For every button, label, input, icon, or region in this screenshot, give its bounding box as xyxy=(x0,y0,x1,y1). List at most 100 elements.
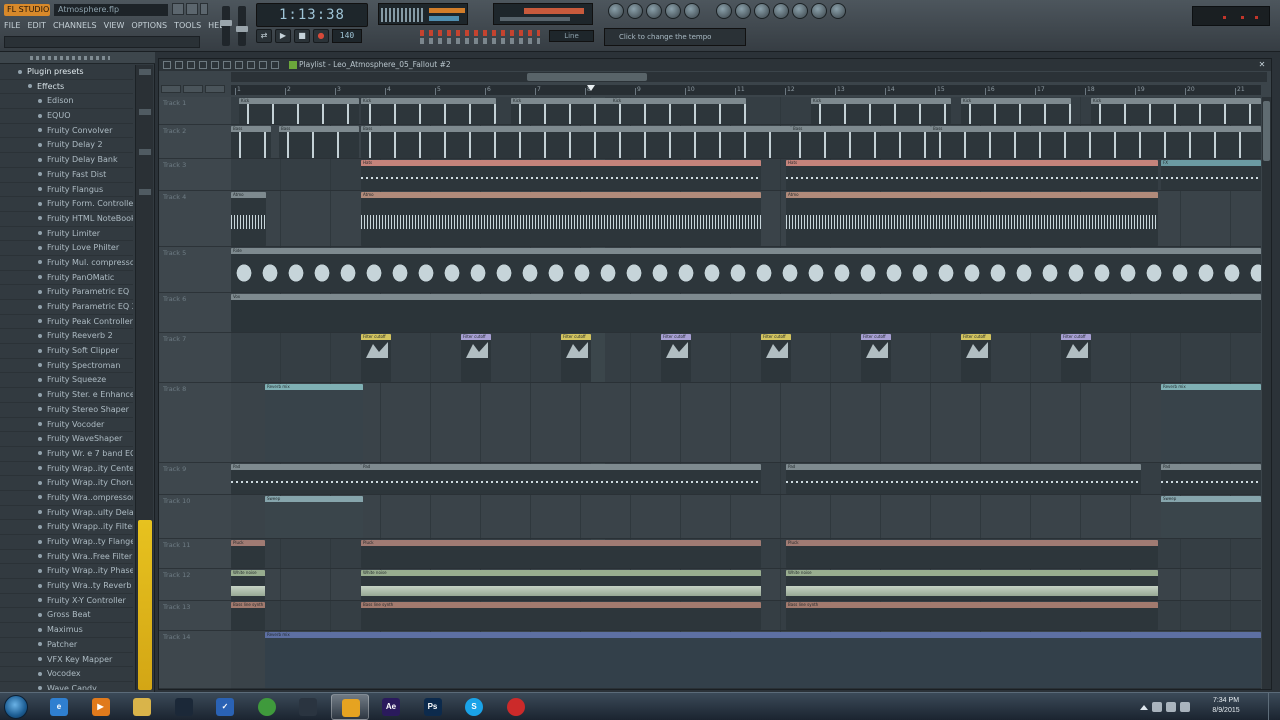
browser-item[interactable]: VFX Key Mapper xyxy=(0,653,133,668)
browser-item[interactable]: Fruity Love Philter xyxy=(0,241,133,256)
taskbar-record-app[interactable] xyxy=(497,694,535,720)
pattern-selector[interactable] xyxy=(493,3,593,25)
record-button[interactable]: ● xyxy=(313,29,329,43)
track-header[interactable]: Track 8 xyxy=(159,383,231,463)
browser-item[interactable]: Fruity X-Y Controller xyxy=(0,594,133,609)
pattern-song-toggle[interactable]: ⇄ xyxy=(256,29,272,43)
playlist-clip[interactable]: Bass xyxy=(279,126,359,158)
browser-item[interactable]: Fruity Wra..ompressor xyxy=(0,491,133,506)
taskbar-screen-recorder[interactable] xyxy=(289,694,327,720)
playlist-clip[interactable]: Kick xyxy=(1091,98,1261,124)
playlist-clip[interactable]: Filter cutoff xyxy=(1061,334,1091,382)
select-tool-icon[interactable] xyxy=(247,61,255,69)
browser-scrollbar[interactable] xyxy=(135,65,153,690)
playlist-clip[interactable]: Bass xyxy=(361,126,791,158)
playlist-horizontal-scrollbar[interactable] xyxy=(231,72,1267,82)
start-button[interactable] xyxy=(4,695,28,719)
paint-tool-icon[interactable] xyxy=(199,61,207,69)
slice-tool-icon[interactable] xyxy=(235,61,243,69)
taskbar-task-tool[interactable]: ✓ xyxy=(206,694,244,720)
playlist-clip[interactable]: Bass xyxy=(231,126,271,158)
browser-item[interactable]: Edison xyxy=(0,94,133,110)
automation-view-button[interactable] xyxy=(205,85,225,93)
browser-item[interactable]: Gross Beat xyxy=(0,608,133,624)
flag-icon[interactable] xyxy=(1152,702,1162,712)
slider-knob[interactable] xyxy=(236,26,248,32)
menu-file[interactable]: FILE xyxy=(4,19,20,32)
menu-tools[interactable]: TOOLS xyxy=(174,19,201,32)
playlist-clip[interactable]: White noise xyxy=(361,570,761,600)
delete-tool-icon[interactable] xyxy=(211,61,219,69)
playlist-clip[interactable]: Filter cutoff xyxy=(361,334,391,382)
playlist-clip[interactable]: Bass line synth xyxy=(231,602,265,630)
playlist-clip[interactable]: Atmo xyxy=(361,192,761,246)
playlist-titlebar[interactable]: Playlist - Leo_Atmosphere_05_Fallout #2 … xyxy=(159,59,1271,71)
browser-item[interactable]: Fruity Spectroman xyxy=(0,359,133,374)
maximize-button[interactable] xyxy=(186,3,198,15)
playlist-clip[interactable]: Pluck xyxy=(786,540,1158,568)
timeline-ruler[interactable]: 1 2 3 4 5 6 7 8 9 10 11 12 13 14 15 16 17 18 19 20 21 xyxy=(231,85,1261,95)
track-lane[interactable] xyxy=(231,383,1261,463)
taskbar-after-effects[interactable]: Ae xyxy=(372,694,410,720)
song-time-display[interactable]: 1:13:38 xyxy=(256,3,368,27)
browser-item[interactable]: Fruity Delay 2 xyxy=(0,138,133,154)
playlist-clip[interactable]: Pad xyxy=(361,464,761,494)
browser-item[interactable]: Fruity Soft Clipper xyxy=(0,344,133,359)
scrollbar-thumb[interactable] xyxy=(138,520,152,690)
browser-item[interactable]: Fruity Squeeze xyxy=(0,373,133,389)
play-button[interactable]: ▶ xyxy=(275,29,291,43)
browser-item[interactable]: Fruity Parametric EQ xyxy=(0,285,133,300)
playlist-clip[interactable]: Pluck xyxy=(361,540,761,568)
draw-tool-icon[interactable] xyxy=(187,61,195,69)
close-button[interactable] xyxy=(200,3,208,15)
playlist-clip[interactable]: Bass line synth xyxy=(361,602,761,630)
playlist-clip[interactable]: Filter cutoff xyxy=(861,334,891,382)
browser-item[interactable]: Fruity Stereo Shaper xyxy=(0,403,133,418)
browser-icon[interactable] xyxy=(684,3,700,19)
track-header[interactable]: Track 12 xyxy=(159,569,231,601)
browser-item[interactable]: Fruity Limiter xyxy=(0,227,133,242)
browser-item[interactable]: Fruity Wrapp..ity Filter xyxy=(0,520,133,535)
scrollbar-thumb[interactable] xyxy=(1263,101,1270,161)
playlist-clip[interactable]: Bass line synth xyxy=(786,602,1158,630)
track-lane[interactable] xyxy=(231,495,1261,539)
browser-item[interactable]: Fruity Vocoder xyxy=(0,418,133,433)
playlist-clip[interactable]: Reverb mix xyxy=(1161,384,1261,462)
track-header[interactable]: Track 3 xyxy=(159,159,231,191)
playlist-clip[interactable]: FX xyxy=(1161,160,1261,190)
browser-item[interactable]: Fruity Wrap..ity Chorus xyxy=(0,476,133,491)
track-header[interactable]: Track 5 xyxy=(159,247,231,293)
tray-expand-icon[interactable] xyxy=(1140,704,1148,710)
track-header[interactable]: Track 2 xyxy=(159,125,231,159)
plugin-picker-icon[interactable] xyxy=(716,3,732,19)
slider-knob[interactable] xyxy=(220,20,232,26)
track-header[interactable]: Track 9 xyxy=(159,463,231,495)
taskbar-skype[interactable]: S xyxy=(455,694,493,720)
taskbar-internet-explorer[interactable]: e xyxy=(40,694,78,720)
zoom-tool-icon[interactable] xyxy=(259,61,267,69)
mute-tool-icon[interactable] xyxy=(223,61,231,69)
audio-view-button[interactable] xyxy=(183,85,203,93)
browser-item[interactable]: Fruity Wrap..ity Phaser xyxy=(0,564,133,580)
playlist-clip[interactable]: Kick xyxy=(611,98,746,124)
playlist-clip[interactable]: Filter cutoff xyxy=(561,334,591,382)
metronome-icon[interactable] xyxy=(735,3,751,19)
playlist-clip[interactable]: Filter cutoff xyxy=(761,334,791,382)
playlist-clip[interactable]: Kick xyxy=(361,98,496,124)
main-volume-slider[interactable] xyxy=(220,6,232,46)
browser-item[interactable]: Fruity Form. Controller xyxy=(0,197,133,212)
blend-icon[interactable] xyxy=(792,3,808,19)
piano-roll-icon[interactable] xyxy=(627,3,643,19)
channel-rack-icon[interactable] xyxy=(646,3,662,19)
playlist-clip[interactable]: Pad xyxy=(1161,464,1261,494)
browser-item[interactable]: Patcher xyxy=(0,638,133,653)
playlist-clip[interactable]: Reverb mix xyxy=(265,632,1261,688)
browser-item[interactable]: Fruity Mul. compressor xyxy=(0,256,133,271)
browser-item[interactable]: Fruity Parametric EQ 2 xyxy=(0,300,133,315)
countdown-icon[interactable] xyxy=(773,3,789,19)
playlist-clip[interactable]: Pluck xyxy=(231,540,265,568)
browser-item[interactable]: Fruity Fast Dist xyxy=(0,168,133,183)
track-header[interactable]: Track 4 xyxy=(159,191,231,247)
playlist-clip[interactable]: White noise xyxy=(231,570,265,600)
browser-item[interactable]: Fruity Peak Controller xyxy=(0,315,133,330)
